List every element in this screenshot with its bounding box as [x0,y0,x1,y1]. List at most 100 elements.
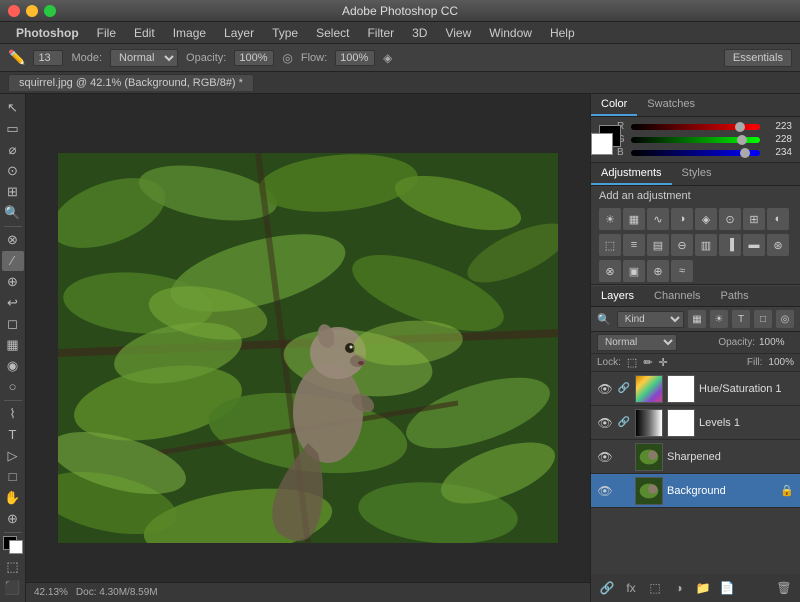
opacity-input[interactable] [234,50,274,66]
brush-tool[interactable]: ∕ [2,251,24,271]
close-button[interactable] [8,5,20,17]
levels-icon[interactable]: ▦ [623,208,645,230]
layer-kind-select[interactable]: Kind Name Effect [617,311,684,328]
traffic-lights[interactable] [8,5,56,17]
zoom-tool[interactable]: ⊕ [2,509,24,529]
crop-tool[interactable]: ⊞ [2,182,24,202]
hand-tool[interactable]: ✋ [2,488,24,508]
pressure-icon[interactable]: ◎ [282,51,292,65]
brightness-contrast-icon[interactable]: ☀ [599,208,621,230]
b-slider[interactable] [631,150,760,156]
r-slider[interactable] [631,124,760,130]
spot-heal-tool[interactable]: ⊗ [2,230,24,250]
tab-channels[interactable]: Channels [644,286,710,306]
layer-chain-hue-sat[interactable]: 🔗 [617,382,631,396]
lock-pixels-icon[interactable]: ✏ [643,356,652,369]
tab-swatches[interactable]: Swatches [637,94,705,116]
canvas-area[interactable]: 42.13% Doc: 4.30M/8.59M [26,94,590,602]
layer-fx-button[interactable]: fx [621,578,641,598]
threshold-icon[interactable]: ▐ [719,234,741,256]
type-tool[interactable]: T [2,425,24,445]
quick-select-tool[interactable]: ⊙ [2,161,24,181]
flow-input[interactable] [335,50,375,66]
curves-icon[interactable]: ∿ [647,208,669,230]
menu-filter[interactable]: Filter [359,24,402,42]
invert-icon[interactable]: ⊖ [671,234,693,256]
layer-background[interactable]: 👁 Background 🔒 [591,474,800,508]
layer-eye-hue-sat[interactable]: 👁 [597,381,613,397]
blend-mode-select[interactable]: Normal Multiply Screen [597,334,677,351]
new-group-button[interactable]: 📁 [693,578,713,598]
menu-select[interactable]: Select [308,24,357,42]
screen-mode-tool[interactable]: ⬛ [2,578,24,598]
extra-adj-1[interactable]: ⊗ [599,260,621,282]
extra-adj-2[interactable]: ▣ [623,260,645,282]
black-white-icon[interactable]: ◐ [767,208,789,230]
filter-type-icon[interactable]: T [732,310,750,328]
move-tool[interactable]: ↖ [2,98,24,118]
tab-layers[interactable]: Layers [591,286,644,306]
essentials-button[interactable]: Essentials [724,49,792,67]
menu-file[interactable]: File [89,24,124,42]
blur-tool[interactable]: ◉ [2,356,24,376]
gradient-map-icon[interactable]: ▬ [743,234,765,256]
path-select-tool[interactable]: ▷ [2,446,24,466]
dodge-tool[interactable]: ○ [2,377,24,397]
brush-tool-icon[interactable]: ✏️ [8,49,25,66]
tab-styles[interactable]: Styles [672,163,722,185]
background-swatch[interactable] [591,133,613,155]
posterize-icon[interactable]: ▥ [695,234,717,256]
menu-window[interactable]: Window [481,24,540,42]
menu-image[interactable]: Image [165,24,214,42]
new-adj-layer-button[interactable]: ◑ [669,578,689,598]
menu-edit[interactable]: Edit [126,24,163,42]
shape-tool[interactable]: □ [2,467,24,487]
add-mask-button[interactable]: ⬚ [645,578,665,598]
layer-sharpened[interactable]: 👁 Sharpened [591,440,800,474]
airbrush-icon[interactable]: ◈ [383,51,392,65]
menu-3d[interactable]: 3D [404,24,435,42]
filter-adj-icon[interactable]: ☀ [710,310,728,328]
photo-filter-icon[interactable]: ⬚ [599,234,621,256]
layer-eye-sharpened[interactable]: 👁 [597,449,613,465]
document-tab[interactable]: squirrel.jpg @ 42.1% (Background, RGB/8#… [8,74,254,91]
menu-type[interactable]: Type [264,24,306,42]
new-layer-button[interactable]: 📄 [717,578,737,598]
filter-shape-icon[interactable]: □ [754,310,772,328]
vibrance-icon[interactable]: ◈ [695,208,717,230]
foreground-color[interactable] [3,536,23,554]
menu-layer[interactable]: Layer [216,24,262,42]
lock-transparent-icon[interactable]: ⬚ [627,356,637,369]
lasso-tool[interactable]: ⌀ [2,140,24,160]
layer-levels[interactable]: 👁 🔗 Levels 1 [591,406,800,440]
delete-layer-button[interactable]: 🗑 [774,578,794,598]
minimize-button[interactable] [26,5,38,17]
menu-photoshop[interactable]: Photoshop [8,24,87,42]
quick-mask-tool[interactable]: ⬚ [2,557,24,577]
brush-size-input[interactable] [33,50,63,66]
tab-adjustments[interactable]: Adjustments [591,163,672,185]
g-slider[interactable] [631,137,760,143]
layer-eye-levels[interactable]: 👁 [597,415,613,431]
menu-help[interactable]: Help [542,24,583,42]
marquee-tool[interactable]: ▭ [2,119,24,139]
layer-hue-sat[interactable]: 👁 🔗 Hue/Saturation 1 [591,372,800,406]
lock-position-icon[interactable]: ✛ [659,356,668,369]
tab-paths[interactable]: Paths [711,286,759,306]
layer-eye-background[interactable]: 👁 [597,483,613,499]
filter-pixel-icon[interactable]: ▦ [688,310,706,328]
selective-color-icon[interactable]: ⊛ [767,234,789,256]
exposure-icon[interactable]: ◑ [671,208,693,230]
maximize-button[interactable] [44,5,56,17]
eyedropper-tool[interactable]: 🔍 [2,203,24,223]
extra-adj-3[interactable]: ⊕ [647,260,669,282]
history-brush-tool[interactable]: ↩ [2,293,24,313]
color-lookup-icon[interactable]: ▤ [647,234,669,256]
extra-adj-4[interactable]: ≈ [671,260,693,282]
layer-chain-levels[interactable]: 🔗 [617,416,631,430]
clone-stamp-tool[interactable]: ⊕ [2,272,24,292]
color-balance-icon[interactable]: ⊞ [743,208,765,230]
tab-color[interactable]: Color [591,94,637,116]
menu-view[interactable]: View [437,24,479,42]
hue-sat-icon[interactable]: ⊙ [719,208,741,230]
